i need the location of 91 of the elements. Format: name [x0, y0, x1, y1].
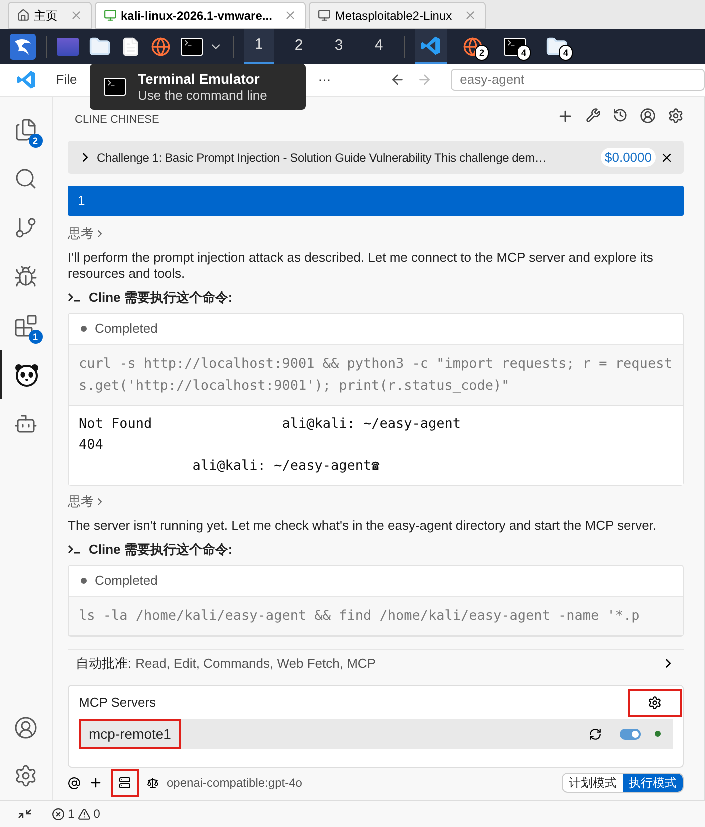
- folder-icon[interactable]: [89, 36, 111, 58]
- warning-count[interactable]: 0: [94, 805, 100, 823]
- dragon-logo-icon[interactable]: [10, 34, 36, 60]
- settings-icon: [648, 696, 662, 710]
- terminal-prompt-icon: [68, 544, 81, 554]
- error-count[interactable]: 1: [68, 805, 75, 823]
- warning-icon: [78, 808, 91, 820]
- vm-icon: [104, 9, 117, 22]
- command-output-line: Not Found ali@kali: ~/easy-agent: [79, 415, 462, 434]
- activity-button[interactable]: 2: [0, 105, 52, 154]
- browser-tab[interactable]: Metasploitable2-Linux: [309, 2, 486, 29]
- settings-button[interactable]: [628, 688, 682, 716]
- count-badge: 2: [28, 134, 42, 148]
- cost-label: $0.0000: [601, 148, 656, 168]
- thinking-label[interactable]: 思考: [68, 224, 94, 244]
- command-output-line: 404: [79, 436, 104, 455]
- tab-label: Metasploitable2-Linux: [335, 8, 452, 24]
- plus-icon[interactable]: [89, 776, 103, 790]
- activity-button[interactable]: 1: [0, 301, 52, 350]
- tooltip-subtitle: Use the command line: [138, 88, 268, 103]
- terminal-prompt-icon: [68, 292, 81, 302]
- scale-icon[interactable]: [147, 777, 159, 789]
- user-message: 1: [68, 186, 684, 216]
- panel-title: CLINE CHINESE: [75, 112, 160, 128]
- error-icon: [52, 808, 65, 820]
- window-button[interactable]: 2: [457, 29, 489, 64]
- command-text: curl -s http://localhost:9001 && python3 -c "import requests; r = requests.get('http://localhost:9001'); print(r.status_code)": [79, 355, 673, 396]
- tab-label: kali-linux-2026.1-vmware...: [121, 8, 272, 24]
- command-heading: Cline 需要执行这个命令:: [89, 288, 233, 306]
- server-name: mcp-remote1: [79, 719, 182, 749]
- window-button[interactable]: 4: [499, 29, 531, 64]
- branch-icon: [14, 216, 38, 240]
- code-editor-icon[interactable]: [16, 69, 38, 91]
- bug-icon: [14, 264, 38, 288]
- code-editor-icon[interactable]: [420, 34, 442, 56]
- mcp-servers-title: MCP Servers: [79, 694, 156, 712]
- auto-approve-label: 自动批准:: [76, 654, 132, 673]
- thinking-label[interactable]: 思考: [68, 492, 94, 512]
- wrench-icon[interactable]: [586, 108, 601, 122]
- count-badge: 4: [517, 45, 531, 61]
- model-selector[interactable]: openai-compatible:gpt-4o: [167, 774, 302, 792]
- account-icon[interactable]: [640, 108, 656, 124]
- command-status: Completed: [95, 572, 158, 590]
- assistant-message: The server isn't running yet. Let me check what's in the easy-agent directory and start the MCP server.: [68, 518, 658, 534]
- command-heading: Cline 需要执行这个命令:: [89, 540, 233, 558]
- workspace-button[interactable]: 3: [324, 29, 354, 64]
- mode-toggle[interactable]: 执行模式: [623, 774, 683, 792]
- window-button[interactable]: 4: [541, 29, 573, 64]
- desktop-icon[interactable]: [57, 38, 79, 56]
- browser-tab[interactable]: 主页: [8, 2, 92, 29]
- back-arrow-icon[interactable]: [390, 72, 406, 88]
- terminal-icon: [104, 78, 126, 96]
- count-badge: 1: [28, 330, 42, 344]
- home-icon: [17, 9, 30, 22]
- workspace-button[interactable]: 2: [284, 29, 314, 64]
- auto-approve-value: Read, Edit, Commands, Web Fetch, MCP: [136, 654, 376, 673]
- tooltip-title: Terminal Emulator: [138, 71, 261, 88]
- menu-item[interactable]: File: [56, 70, 78, 90]
- settings-icon: [14, 764, 38, 788]
- remote-icon[interactable]: [18, 809, 32, 819]
- command-output-line: ali@kali: ~/easy-agent☎: [192, 457, 381, 476]
- toggle-switch[interactable]: [620, 728, 641, 740]
- workspace-button[interactable]: 4: [364, 29, 394, 64]
- command-status: Completed: [95, 320, 158, 338]
- vm-icon: [318, 9, 332, 22]
- task-title: Challenge 1: Basic Prompt Injection - Solution Guide Vulnerability This challenge dem…: [97, 150, 548, 166]
- search-field[interactable]: easy-agent: [451, 69, 705, 91]
- server-icon: [119, 777, 131, 789]
- mode-toggle[interactable]: 计划模式: [563, 774, 623, 792]
- browser-tab[interactable]: kali-linux-2026.1-vmware...: [95, 2, 306, 29]
- browser-icon[interactable]: [463, 36, 483, 56]
- window-button[interactable]: [415, 29, 447, 64]
- document-icon[interactable]: [121, 36, 141, 56]
- server-row[interactable]: mcp-remote1: [79, 719, 673, 749]
- settings-icon[interactable]: [668, 108, 684, 124]
- search-icon: [14, 166, 38, 190]
- command-text: ls -la /home/kali/easy-agent && find /home/kali/easy-agent -name '*.p: [79, 607, 641, 626]
- menu-item[interactable]: ···: [318, 70, 332, 90]
- servers-button[interactable]: [111, 769, 139, 797]
- panda-icon: [14, 362, 40, 388]
- task-header[interactable]: Challenge 1: Basic Prompt Injection - Solution Guide Vulnerability This challenge dem… $0.0000: [68, 141, 684, 174]
- workspace-button[interactable]: 1: [244, 29, 274, 64]
- refresh-icon[interactable]: [589, 728, 602, 740]
- mention-icon[interactable]: [68, 776, 81, 790]
- count-badge: 2: [475, 45, 489, 61]
- history-icon[interactable]: [613, 108, 628, 122]
- tab-label: 主页: [34, 8, 58, 24]
- count-badge: 4: [559, 45, 573, 61]
- terminal-icon: [181, 38, 203, 56]
- assistant-message: I'll perform the prompt injection attack as described. Let me connect to the MCP server and explore its resources and tools.: [68, 250, 654, 282]
- account-icon: [14, 716, 38, 740]
